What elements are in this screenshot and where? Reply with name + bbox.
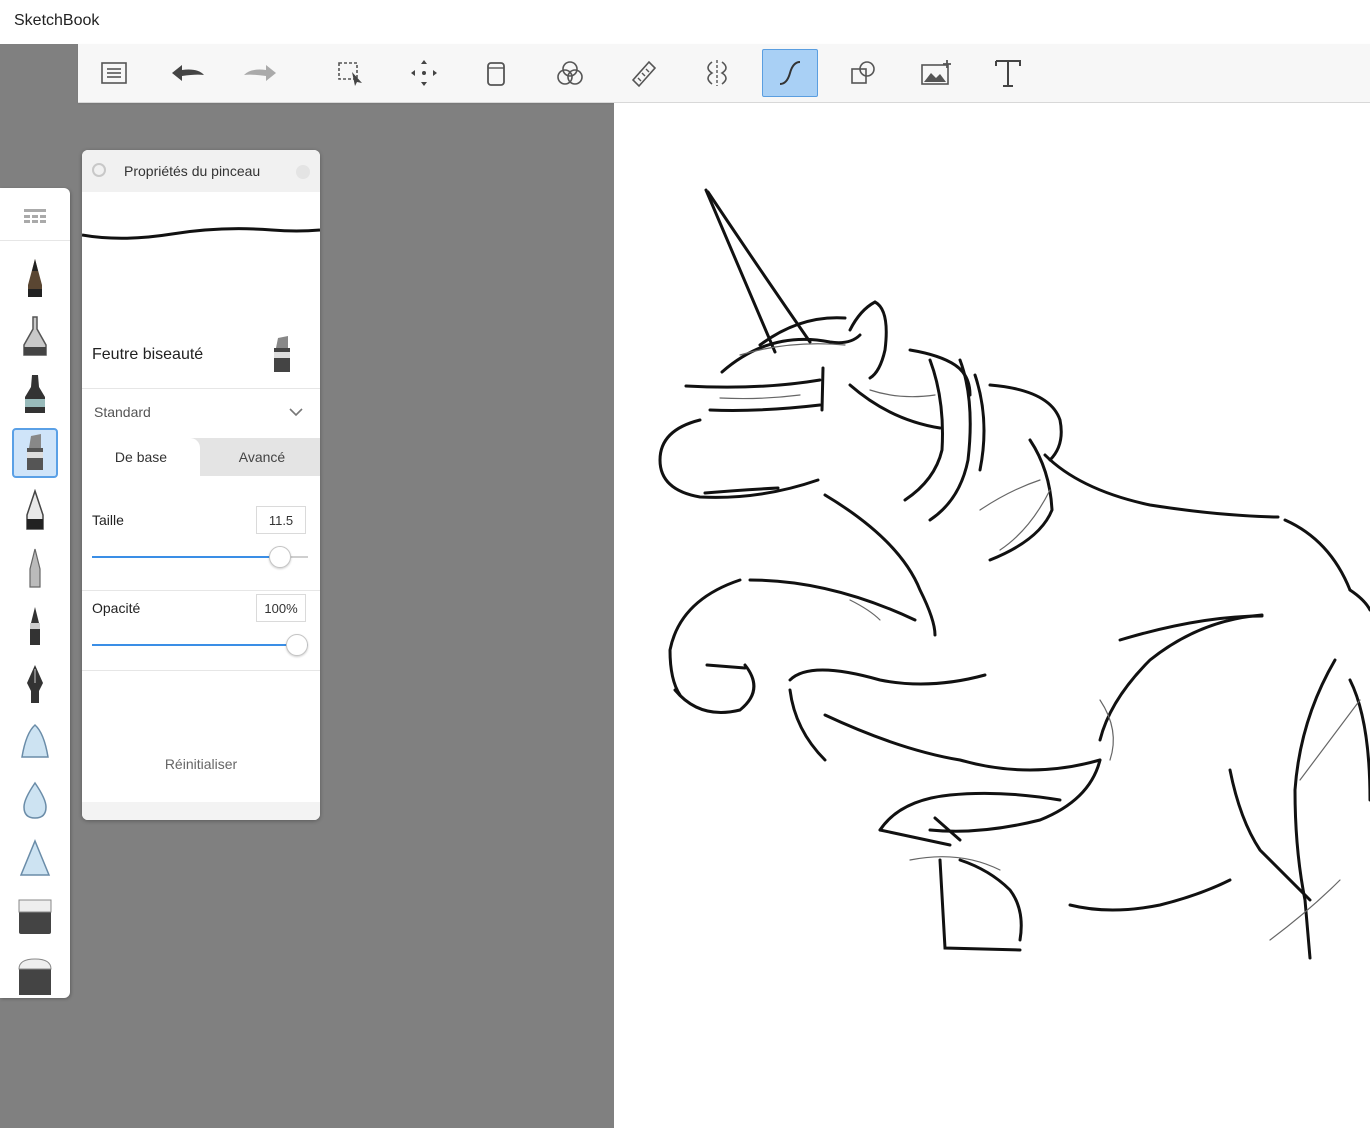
brush-water[interactable]	[12, 776, 58, 826]
tab-bar: De base Avancé	[82, 438, 320, 476]
size-value-input[interactable]: 11.5	[256, 506, 306, 534]
brush-library	[0, 188, 70, 998]
brush-ink-pen[interactable]	[12, 660, 58, 710]
ballpoint-pen-icon	[26, 489, 44, 530]
opacity-value-input[interactable]: 100%	[256, 594, 306, 622]
ruler-button[interactable]	[616, 49, 672, 97]
opacity-slider-fill	[92, 644, 308, 646]
brush-soft-blob[interactable]	[12, 718, 58, 768]
size-slider[interactable]	[92, 546, 308, 568]
undo-arrow-icon	[172, 65, 204, 81]
image-add-icon	[921, 60, 951, 85]
brush-pencil[interactable]	[12, 254, 58, 304]
size-label: Taille	[92, 512, 124, 528]
reset-button[interactable]: Réinitialiser	[82, 756, 320, 772]
stroke-preview	[82, 227, 320, 240]
panel-resize-grip[interactable]	[82, 802, 320, 820]
grid-icon	[24, 209, 46, 223]
curve-stroke-icon	[779, 61, 801, 85]
opacity-slider-thumb[interactable]	[286, 634, 308, 656]
ruler-icon	[631, 60, 657, 88]
shapes-icon	[851, 61, 875, 84]
text-button[interactable]	[980, 49, 1036, 97]
brush-name: Feutre biseauté	[92, 346, 204, 363]
color-editor-button[interactable]	[542, 49, 598, 97]
panel-header: Propriétés du pinceau	[82, 150, 320, 192]
steady-stroke-button[interactable]	[762, 49, 818, 97]
chisel-marker-icon	[274, 336, 290, 372]
brush-brushpen[interactable]	[12, 602, 58, 652]
eraser-hard-icon	[18, 899, 52, 934]
brush-properties-panel: Propriétés du pinceau Feutre biseauté St…	[82, 150, 320, 820]
fineliner-icon	[29, 548, 41, 588]
preset-dropdown[interactable]: Standard	[94, 404, 151, 420]
brush-ballpoint[interactable]	[12, 486, 58, 536]
symmetry-button[interactable]	[689, 49, 745, 97]
text-icon	[995, 60, 1021, 87]
water-drop-icon	[23, 781, 47, 819]
tab-basic[interactable]: De base	[82, 438, 200, 476]
pencil-brush-icon	[28, 259, 42, 297]
size-slider-thumb[interactable]	[268, 546, 291, 568]
opacity-slider[interactable]	[92, 634, 308, 656]
brush-eraser-hard[interactable]	[12, 892, 58, 942]
undo-button[interactable]	[160, 49, 216, 97]
size-slider-fill	[92, 556, 280, 558]
layers-list-button[interactable]	[86, 49, 142, 97]
image-import-button[interactable]	[908, 49, 964, 97]
divider	[82, 388, 320, 389]
brush-pen-icon	[30, 607, 40, 645]
selection-icon	[338, 62, 362, 86]
brush-fineliner[interactable]	[12, 544, 58, 594]
chevron-down-icon	[289, 408, 303, 417]
list-icon	[101, 62, 127, 84]
symmetry-icon	[707, 60, 727, 86]
main-toolbar	[78, 44, 1370, 103]
brush-eraser-soft[interactable]	[12, 950, 58, 1000]
drawing-canvas[interactable]	[614, 103, 1370, 1128]
opacity-label: Opacité	[92, 600, 141, 616]
brush-airbrush[interactable]	[12, 312, 58, 362]
divider	[82, 670, 320, 671]
fill-button[interactable]	[468, 49, 524, 97]
brush-cone[interactable]	[12, 834, 58, 884]
soft-blob-icon	[21, 723, 49, 758]
title-bar: SketchBook	[0, 0, 1370, 44]
app-title: SketchBook	[14, 12, 100, 29]
tab-advanced[interactable]: Avancé	[204, 438, 320, 476]
select-button[interactable]	[323, 49, 379, 97]
redo-button[interactable]	[232, 49, 288, 97]
brush-library-menu[interactable]	[23, 208, 47, 229]
marker-icon	[25, 375, 45, 413]
transform-button[interactable]	[396, 49, 452, 97]
close-icon[interactable]	[296, 165, 310, 179]
chisel-marker-icon	[27, 434, 43, 470]
sidebar-divider	[0, 240, 70, 241]
color-circles-icon	[557, 61, 583, 85]
brush-thumbnail	[270, 334, 294, 379]
eraser-soft-icon	[18, 958, 52, 995]
bucket-icon	[487, 62, 505, 86]
brush-chisel-marker[interactable]	[12, 428, 58, 478]
ink-pen-icon	[27, 665, 43, 703]
divider	[82, 590, 320, 591]
cone-brush-icon	[19, 839, 51, 876]
panel-title: Propriétés du pinceau	[124, 163, 261, 179]
shapes-button[interactable]	[835, 49, 891, 97]
pin-toggle[interactable]	[92, 163, 106, 177]
airbrush-icon	[23, 316, 47, 356]
move-icon	[411, 60, 437, 86]
brush-marker[interactable]	[12, 370, 58, 420]
redo-arrow-icon	[244, 65, 276, 81]
unicorn-sketch	[658, 188, 1370, 960]
